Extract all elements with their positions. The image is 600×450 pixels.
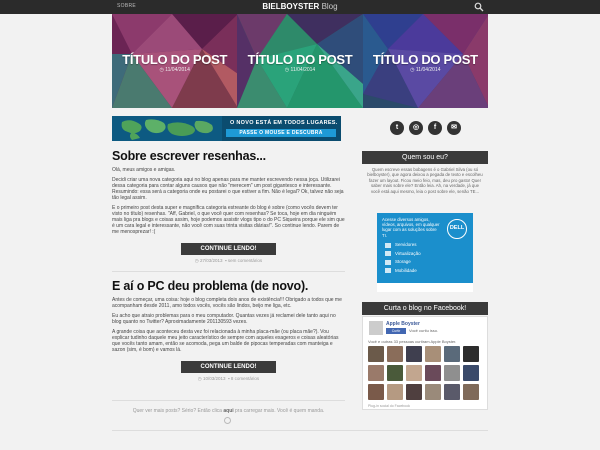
- banner-headline: O NOVO ESTÁ EM TODOS LUGARES.: [230, 120, 338, 126]
- post-paragraph: Olá, meus amigos e amigas.: [112, 167, 176, 173]
- post-meta: ◷ 27/03/2013 ▪ sem comentários: [112, 258, 345, 264]
- post-paragraph: A grande coisa que aconteceu desta vez f…: [112, 329, 339, 353]
- featured-post-date: ◷ 11/04/2014: [410, 67, 441, 73]
- load-more-link[interactable]: aqui: [223, 408, 233, 414]
- dell-ad[interactable]: Acesse diversos amigos, vídeos, arquivos…: [377, 213, 473, 292]
- post-date: 10/03/2013: [203, 376, 226, 381]
- clock-icon: ◷: [197, 376, 202, 381]
- avatar[interactable]: [406, 365, 422, 381]
- post-title[interactable]: E aí o PC deu problema (de novo).: [112, 279, 345, 293]
- twitter-icon[interactable]: t: [390, 121, 404, 135]
- ad-text: Acesse diversos amigos, vídeos, arquivos…: [382, 217, 440, 238]
- avatar[interactable]: [387, 346, 403, 362]
- post-paragraph: E o primeiro post desta super e magnífic…: [112, 205, 345, 235]
- comment-icon: ▪: [228, 376, 230, 381]
- mail-icon[interactable]: ✉: [447, 121, 461, 135]
- world-map-graphic: [112, 116, 222, 141]
- server-icon: [385, 242, 391, 248]
- facebook-like-box: Apple Boyster Curtir Você curtiu isso. V…: [362, 316, 488, 410]
- ad-list-item: Storage: [385, 258, 421, 267]
- facebook-plugin-label: Plug-in social do Facebook: [368, 404, 411, 408]
- featured-posts: TÍTULO DO POST ◷ 11/04/2014 TÍTULO DO PO…: [112, 14, 488, 108]
- blog-post: E aí o PC deu problema (de novo). Antes …: [112, 279, 345, 382]
- avatar[interactable]: [463, 346, 479, 362]
- load-more-text-end: pra carregar mais. Você é quem manda.: [233, 408, 325, 414]
- instagram-icon[interactable]: ◎: [409, 121, 423, 135]
- avatar[interactable]: [444, 346, 460, 362]
- featured-post-date: ◷ 11/04/2014: [284, 67, 316, 73]
- fans-count: Você e outras 33 pessoas curtiram Apple …: [368, 339, 457, 344]
- ad-list-item: Virtualização: [385, 250, 421, 259]
- ad-list-item: Mobilidade: [385, 267, 421, 276]
- blog-post: Sobre escrever resenhas... Olá, meus ami…: [112, 149, 345, 264]
- ad-list-item: Servidores: [385, 241, 421, 250]
- avatar[interactable]: [387, 365, 403, 381]
- post-meta: ◷ 10/03/2013 ▪ 8 comentários: [112, 376, 345, 382]
- virtualization-icon: [385, 251, 391, 257]
- brand-sub: Blog: [321, 2, 338, 11]
- loader-icon: [224, 417, 231, 424]
- avatar[interactable]: [463, 384, 479, 400]
- featured-post-title: TÍTULO DO POST: [372, 52, 478, 67]
- post-divider: [112, 271, 345, 272]
- featured-post-title: TÍTULO DO POST: [122, 52, 228, 67]
- avatar[interactable]: [406, 384, 422, 400]
- featured-post-card[interactable]: TÍTULO DO POST ◷ 11/04/2014: [237, 14, 363, 108]
- avatar[interactable]: [444, 365, 460, 381]
- facebook-icon[interactable]: f: [428, 121, 442, 135]
- post-paragraph: Antes de começar, uma coisa: hoje o blog…: [112, 297, 342, 309]
- continue-reading-button[interactable]: CONTINUE LENDO!: [181, 243, 276, 255]
- dell-logo: DELL: [447, 219, 467, 239]
- about-text: Quem escreve essas bobagens é o Gabriel …: [367, 167, 483, 194]
- avatar[interactable]: [425, 384, 441, 400]
- avatar[interactable]: [387, 384, 403, 400]
- facebook-widget-title: Curta o blog no Facebook!: [362, 302, 488, 315]
- avatar[interactable]: [368, 384, 384, 400]
- featured-post-card[interactable]: TÍTULO DO POST ◷ 11/04/2014: [362, 14, 488, 108]
- avatar[interactable]: [463, 365, 479, 381]
- storage-icon: [385, 259, 391, 265]
- featured-post-title: TÍTULO DO POST: [247, 52, 353, 67]
- like-status: Você curtiu isso.: [409, 328, 439, 333]
- post-comments[interactable]: sem comentários: [228, 258, 262, 263]
- post-date: 27/03/2013: [200, 258, 223, 263]
- clock-icon: ◷: [194, 258, 199, 263]
- load-more-text: Quer ver mais posts? Sério? Então clica: [132, 408, 224, 414]
- avatar[interactable]: [425, 346, 441, 362]
- brand-main: BIELBOYSTER: [262, 2, 320, 11]
- banner-ad[interactable]: O NOVO ESTÁ EM TODOS LUGARES. PASSE O MO…: [112, 116, 341, 141]
- about-widget-title: Quem sou eu?: [362, 151, 488, 164]
- fans-grid: [368, 346, 479, 400]
- post-comments[interactable]: 8 comentários: [231, 376, 259, 381]
- post-title[interactable]: Sobre escrever resenhas...: [112, 149, 345, 163]
- page-name[interactable]: Apple Boyster: [386, 321, 420, 327]
- mobile-icon: [385, 268, 391, 274]
- avatar[interactable]: [444, 384, 460, 400]
- post-paragraph: Decidi criar uma nova categoria aqui no …: [112, 177, 344, 201]
- avatar[interactable]: [406, 346, 422, 362]
- load-more-message: Quer ver mais posts? Sério? Então clica …: [112, 408, 345, 414]
- site-brand[interactable]: BIELBOYSTER Blog: [0, 2, 600, 11]
- comment-icon: ▪: [225, 258, 227, 263]
- featured-post-date: ◷ 11/04/2014: [159, 67, 190, 73]
- avatar[interactable]: [368, 346, 384, 362]
- banner-cta[interactable]: PASSE O MOUSE E DESCUBRA: [226, 129, 336, 137]
- search-icon[interactable]: [474, 2, 484, 12]
- social-links: t ◎ f ✉: [390, 121, 461, 135]
- ad-list: Servidores Virtualização Storage Mobilid…: [385, 241, 421, 275]
- footer-divider: [112, 430, 488, 431]
- avatar[interactable]: [425, 365, 441, 381]
- like-button[interactable]: Curtir: [386, 328, 406, 334]
- post-paragraph: Eu acho que atraio problemas para o meu …: [112, 313, 336, 325]
- top-navigation-bar: SOBRE BIELBOYSTER Blog: [0, 0, 600, 14]
- post-divider: [112, 400, 345, 401]
- featured-post-card[interactable]: TÍTULO DO POST ◷ 11/04/2014: [112, 14, 238, 108]
- avatar[interactable]: [368, 365, 384, 381]
- page-avatar[interactable]: [369, 321, 383, 335]
- continue-reading-button[interactable]: CONTINUE LENDO!: [181, 361, 276, 373]
- ad-footer: [377, 283, 473, 292]
